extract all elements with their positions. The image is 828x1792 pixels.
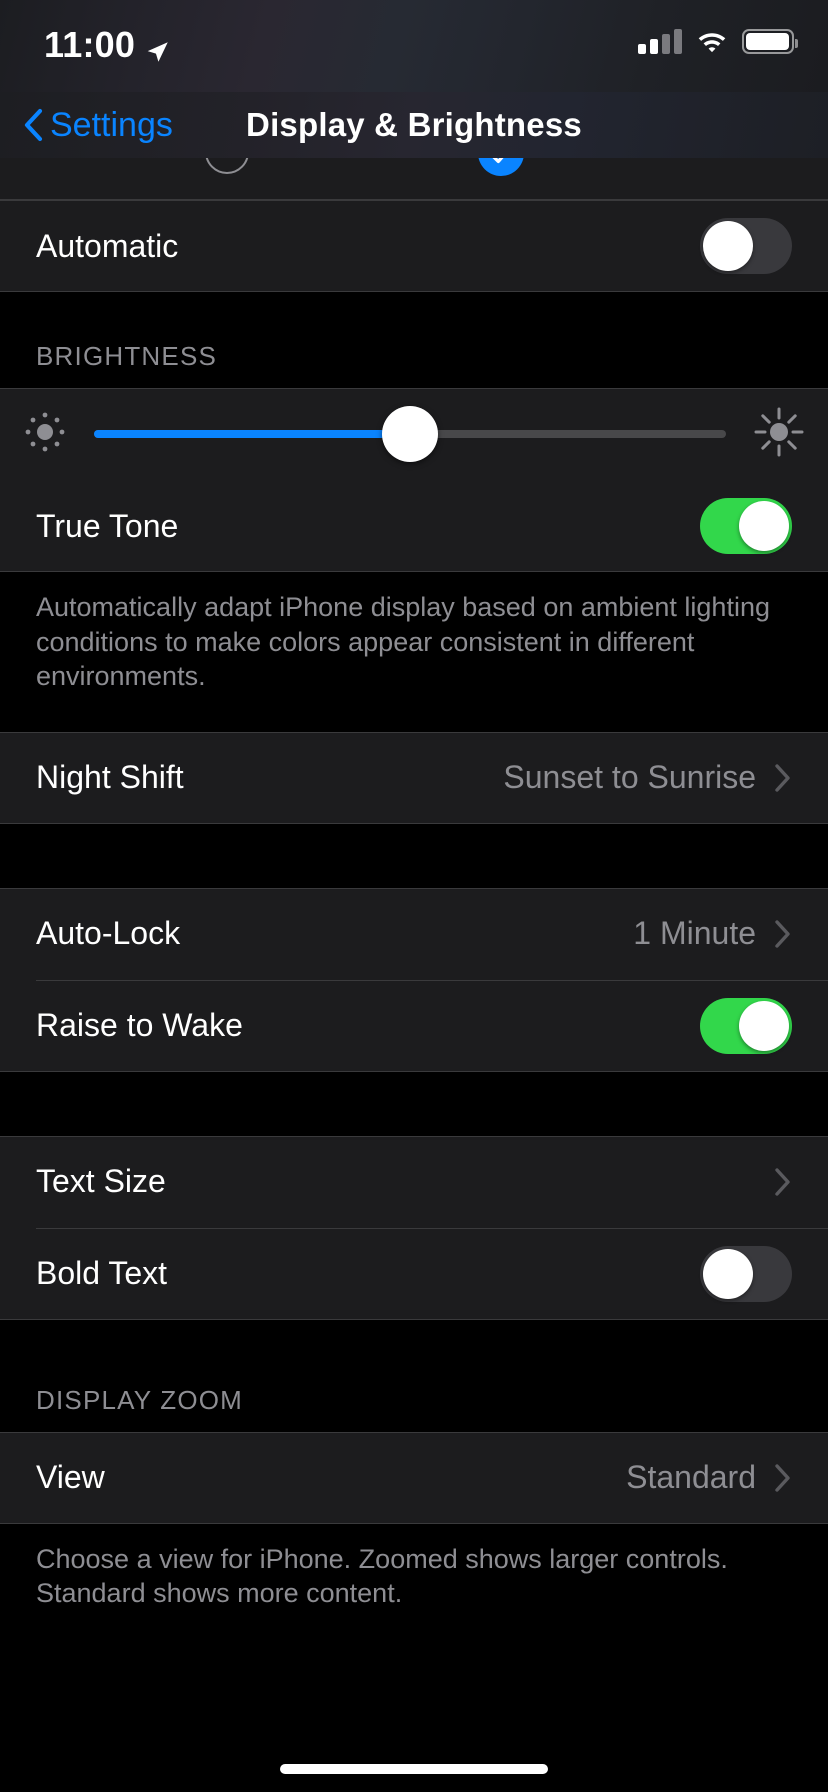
bold-text-label: Bold Text [36,1255,168,1292]
bold-text-toggle[interactable] [700,1245,792,1302]
row-bold-text[interactable]: Bold Text [0,1227,828,1320]
brightness-high-sun-icon [752,405,806,464]
view-value: Standard [626,1459,756,1496]
row-brightness-slider[interactable] [0,388,828,480]
display-zoom-group: View Standard [0,1431,828,1524]
row-raise-to-wake[interactable]: Raise to Wake [0,979,828,1072]
battery-icon [742,28,798,54]
status-bar-indicators [638,28,798,54]
navigation-bar: Settings Display & Brightness [0,92,828,158]
night-shift-label: Night Shift [36,759,184,796]
cellular-signal-icon [638,28,682,54]
radio-unselected-icon[interactable] [205,158,249,174]
display-zoom-header-label: DISPLAY ZOOM [36,1384,244,1415]
row-auto-lock[interactable]: Auto-Lock 1 Minute [0,888,828,980]
spacer-before-text [0,1071,828,1136]
text-group: Text Size Bold Text [0,1135,828,1320]
text-size-label: Text Size [36,1163,166,1200]
wifi-icon [696,29,728,53]
night-shift-group: Night Shift Sunset to Sunrise [0,731,828,824]
chevron-right-icon [774,1463,792,1493]
row-true-tone[interactable]: True Tone [0,480,828,572]
brightness-low-sun-icon [22,409,68,460]
radio-selected-checkmark-icon[interactable] [478,158,524,176]
display-zoom-footnote-text: Choose a view for iPhone. Zoomed shows l… [36,1543,728,1609]
home-indicator[interactable] [280,1764,548,1774]
chevron-right-icon [774,919,792,949]
brightness-header-label: BRIGHTNESS [36,341,218,371]
row-automatic[interactable]: Automatic [0,200,828,292]
lock-group: Auto-Lock 1 Minute Raise to Wake [0,887,828,1072]
brightness-slider-track[interactable] [94,406,726,462]
appearance-selector-row[interactable] [0,158,828,200]
location-arrow-icon [145,32,171,62]
brightness-group: True Tone [0,388,828,572]
brightness-slider-thumb[interactable] [382,406,438,462]
display-zoom-section-header: DISPLAY ZOOM [0,1319,828,1432]
auto-lock-label: Auto-Lock [36,915,181,952]
chevron-right-icon [774,763,792,793]
settings-list[interactable]: Automatic BRIGHTNESS True Tone Automatic… [0,158,828,1792]
true-tone-label: True Tone [36,507,179,544]
true-tone-footnote-text: Automatically adapt iPhone display based… [36,592,770,692]
spacer-before-lock [0,823,828,888]
raise-to-wake-toggle[interactable] [700,997,792,1054]
row-text-size[interactable]: Text Size [0,1136,828,1228]
raise-to-wake-label: Raise to Wake [36,1007,243,1044]
automatic-group: Automatic [0,200,828,292]
automatic-label: Automatic [36,227,179,264]
page-title: Display & Brightness [246,106,582,143]
automatic-toggle[interactable] [700,218,792,274]
row-night-shift[interactable]: Night Shift Sunset to Sunrise [0,732,828,824]
display-zoom-footnote: Choose a view for iPhone. Zoomed shows l… [0,1523,828,1611]
iphone-screen: 11:00 Settings Display & Brightness Auto… [0,0,828,1792]
auto-lock-value: 1 Minute [633,915,756,952]
view-label: View [36,1459,105,1496]
chevron-right-icon [774,1167,792,1197]
status-bar-time: 11:00 [44,24,136,65]
true-tone-footnote: Automatically adapt iPhone display based… [0,572,828,694]
status-bar: 11:00 [0,0,828,92]
night-shift-value: Sunset to Sunrise [503,759,756,796]
row-view[interactable]: View Standard [0,1432,828,1524]
spacer-before-night-shift [0,693,828,732]
brightness-section-header: BRIGHTNESS [0,292,828,388]
true-tone-toggle[interactable] [700,498,792,554]
status-bar-time-group: 11:00 [44,24,171,66]
